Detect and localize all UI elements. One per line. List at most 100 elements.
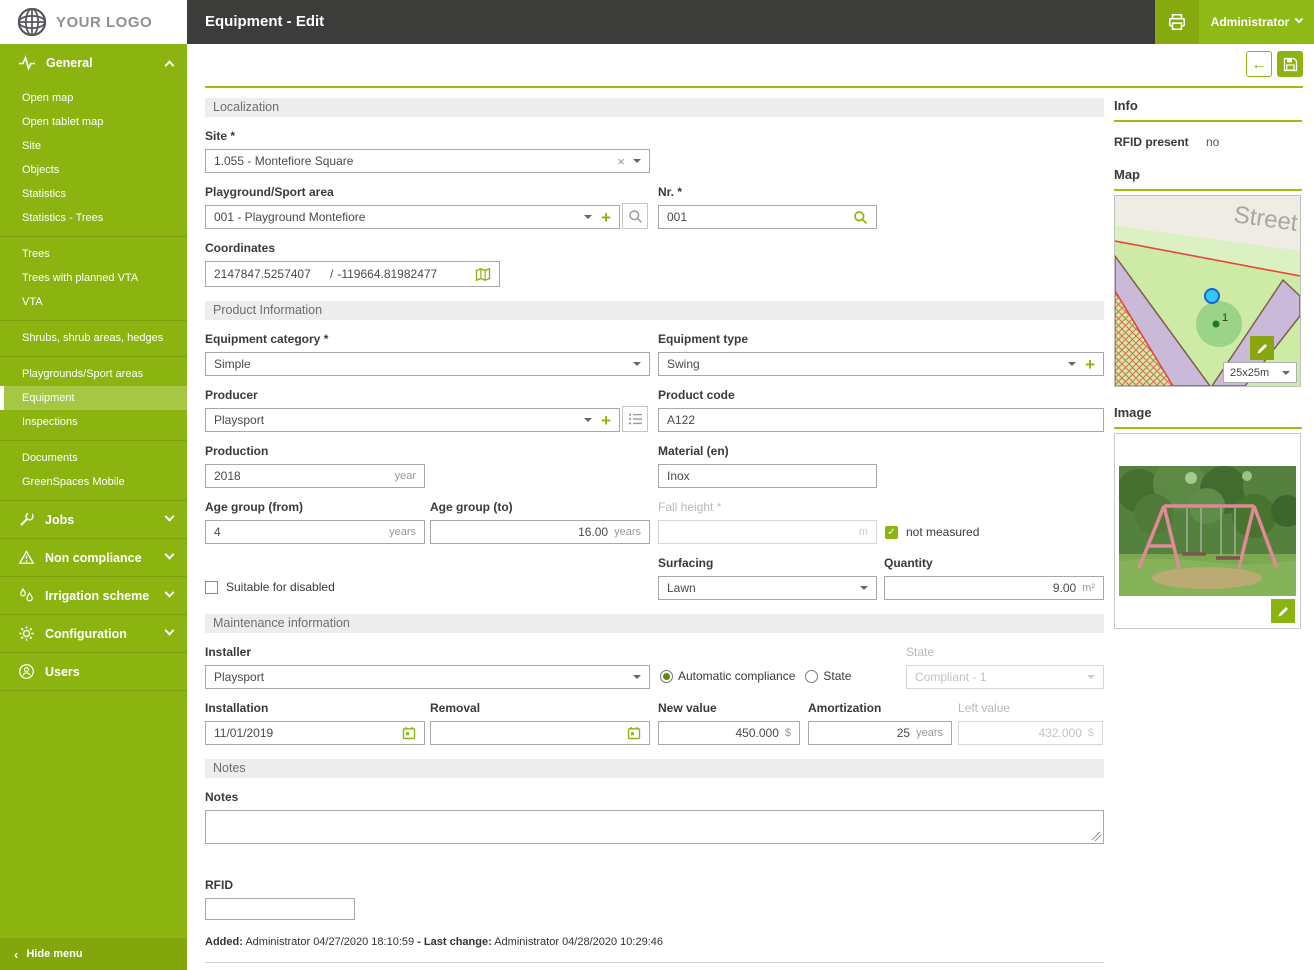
automatic-compliance-radio[interactable] bbox=[660, 670, 673, 683]
list-icon bbox=[628, 412, 643, 426]
equipment-category-select[interactable]: Simple bbox=[205, 352, 650, 376]
add-producer-button[interactable]: + bbox=[601, 412, 611, 429]
age-to-input[interactable]: 16.00 years bbox=[430, 520, 650, 544]
age-to-unit: years bbox=[614, 526, 641, 538]
chevron-down-icon bbox=[165, 550, 175, 560]
installation-input[interactable]: 11/01/2019 bbox=[205, 721, 425, 745]
quantity-unit: m² bbox=[1082, 582, 1095, 594]
production-value: 2018 bbox=[214, 469, 389, 483]
producer-list-button[interactable] bbox=[622, 406, 648, 432]
not-measured-checkbox[interactable]: ✓ bbox=[885, 526, 898, 539]
chevron-down-icon bbox=[165, 626, 175, 636]
material-value: Inox bbox=[667, 469, 868, 483]
sidebar-item-vta[interactable]: VTA bbox=[0, 290, 187, 314]
map-scale-select[interactable]: 25x25m bbox=[1223, 362, 1297, 383]
quantity-input[interactable]: 9.00 m² bbox=[884, 576, 1104, 600]
sidebar-item-inspections[interactable]: Inspections bbox=[0, 410, 187, 434]
sidebar-item-greenspaces-mobile[interactable]: GreenSpaces Mobile bbox=[0, 470, 187, 494]
nr-input[interactable]: 001 bbox=[658, 205, 877, 229]
playground-value: 001 - Playground Montefiore bbox=[214, 210, 576, 224]
equipment-category-value: Simple bbox=[214, 357, 625, 371]
sidebar-group: Shrubs, shrub areas, hedges bbox=[0, 321, 187, 357]
state-radio[interactable] bbox=[805, 670, 818, 683]
sidebar-section-general[interactable]: General bbox=[0, 44, 187, 81]
playground-select[interactable]: 001 - Playground Montefiore + bbox=[205, 205, 620, 229]
sidebar-section-jobs[interactable]: Jobs bbox=[0, 501, 187, 539]
add-playground-button[interactable]: + bbox=[601, 209, 611, 226]
state-label: State bbox=[906, 645, 1104, 659]
state-radio-label: State bbox=[823, 669, 851, 683]
search-icon[interactable] bbox=[853, 210, 868, 225]
coordinates-input[interactable]: 2147847.5257407 / -119664.81982477 bbox=[205, 261, 500, 287]
sidebar-section-users[interactable]: Users bbox=[0, 653, 187, 691]
surfacing-select[interactable]: Lawn bbox=[658, 576, 877, 600]
producer-value: Playsport bbox=[214, 413, 576, 427]
material-label: Material (en) bbox=[658, 444, 877, 458]
section-notes: Notes bbox=[205, 759, 1104, 778]
producer-select[interactable]: Playsport + bbox=[205, 408, 620, 432]
playground-label: Playground/Sport area bbox=[205, 185, 620, 199]
print-button[interactable] bbox=[1155, 0, 1199, 44]
sidebar-item-statistics-trees[interactable]: Statistics - Trees bbox=[0, 206, 187, 230]
product-code-value: A122 bbox=[667, 413, 1095, 427]
globe-logo-icon bbox=[16, 6, 48, 38]
site-select[interactable]: 1.055 - Montefiore Square × bbox=[205, 149, 650, 173]
site-label: Site * bbox=[205, 129, 650, 143]
installation-label: Installation bbox=[205, 701, 425, 715]
resize-handle[interactable] bbox=[1092, 832, 1101, 841]
product-code-input[interactable]: A122 bbox=[658, 408, 1104, 432]
suitable-disabled-checkbox[interactable] bbox=[205, 581, 218, 594]
sidebar-item-trees[interactable]: Trees bbox=[0, 242, 187, 266]
age-to-label: Age group (to) bbox=[430, 500, 650, 514]
amortization-input[interactable]: 25 years bbox=[808, 721, 952, 745]
last-change-value: Administrator 04/28/2020 10:29:46 bbox=[492, 936, 663, 948]
user-menu[interactable]: Administrator bbox=[1199, 0, 1314, 44]
hide-menu-button[interactable]: ‹ Hide menu bbox=[0, 938, 187, 970]
sidebar-item-shrubs[interactable]: Shrubs, shrub areas, hedges bbox=[0, 326, 187, 350]
add-equipment-type-button[interactable]: + bbox=[1085, 356, 1095, 373]
sidebar-item-objects[interactable]: Objects bbox=[0, 158, 187, 182]
edit-image-button[interactable] bbox=[1271, 599, 1295, 623]
rfid-present-label: RFID present bbox=[1114, 135, 1206, 149]
save-button[interactable] bbox=[1277, 51, 1303, 77]
calendar-icon[interactable] bbox=[402, 726, 416, 740]
material-input[interactable]: Inox bbox=[658, 464, 877, 488]
added-label: Added: bbox=[205, 936, 243, 948]
rfid-input[interactable] bbox=[205, 898, 355, 920]
removal-label: Removal bbox=[430, 701, 650, 715]
sidebar-item-open-tablet-map[interactable]: Open tablet map bbox=[0, 110, 187, 134]
sidebar-section-non-compliance[interactable]: Non compliance bbox=[0, 539, 187, 577]
activity-icon bbox=[18, 54, 36, 72]
production-input[interactable]: 2018 year bbox=[205, 464, 425, 488]
new-value-input[interactable]: 450.000 $ bbox=[658, 721, 800, 745]
sidebar-item-trees-planned-vta[interactable]: Trees with planned VTA bbox=[0, 266, 187, 290]
rfid-label: RFID bbox=[205, 878, 1104, 892]
clear-icon[interactable]: × bbox=[617, 155, 625, 168]
equipment-type-select[interactable]: Swing + bbox=[658, 352, 1104, 376]
sidebar-item-open-map[interactable]: Open map bbox=[0, 86, 187, 110]
section-maintenance-information: Maintenance information bbox=[205, 614, 1104, 633]
playground-search-button[interactable] bbox=[622, 203, 648, 229]
sidebar-item-playgrounds[interactable]: Playgrounds/Sport areas bbox=[0, 362, 187, 386]
edit-map-button[interactable] bbox=[1250, 336, 1274, 360]
coordinates-label: Coordinates bbox=[205, 241, 500, 255]
caret-down-icon bbox=[1087, 675, 1095, 679]
sidebar-item-documents[interactable]: Documents bbox=[0, 446, 187, 470]
back-button[interactable]: ← bbox=[1246, 51, 1272, 77]
caret-down-icon bbox=[860, 586, 868, 590]
sidebar: YOUR LOGO General Open map Open tablet m… bbox=[0, 0, 187, 970]
calendar-icon[interactable] bbox=[627, 726, 641, 740]
sidebar-section-irrigation-scheme[interactable]: Irrigation scheme bbox=[0, 577, 187, 615]
sidebar-section-configuration[interactable]: Configuration bbox=[0, 615, 187, 653]
equipment-type-value: Swing bbox=[667, 357, 1060, 371]
back-arrow-icon: ← bbox=[1252, 56, 1267, 73]
sidebar-item-site[interactable]: Site bbox=[0, 134, 187, 158]
sidebar-item-equipment[interactable]: Equipment bbox=[0, 386, 187, 410]
map-icon[interactable] bbox=[475, 267, 491, 282]
installer-select[interactable]: Playsport bbox=[205, 665, 650, 689]
age-from-input[interactable]: 4 years bbox=[205, 520, 425, 544]
notes-textarea[interactable] bbox=[205, 810, 1104, 844]
removal-input[interactable] bbox=[430, 721, 650, 745]
section-product-information: Product Information bbox=[205, 301, 1104, 320]
sidebar-item-statistics[interactable]: Statistics bbox=[0, 182, 187, 206]
